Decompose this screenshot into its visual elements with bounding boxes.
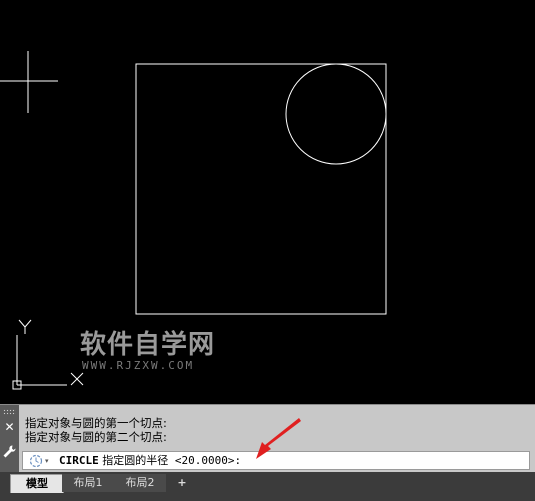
watermark: 软件自学网 WWW.RJZXW.COM bbox=[80, 330, 215, 372]
tab-layout1[interactable]: 布局1 bbox=[62, 474, 114, 492]
grip-handle-icon[interactable] bbox=[3, 409, 16, 415]
drawing-circle[interactable] bbox=[285, 63, 387, 165]
watermark-title: 软件自学网 bbox=[80, 330, 216, 360]
tab-layout2[interactable]: 布局2 bbox=[114, 474, 166, 492]
command-prompt-text: CIRCLE 指定圆的半径 <20.0000>: bbox=[59, 452, 241, 469]
drawing-rectangle[interactable] bbox=[135, 63, 387, 315]
command-panel-sidebar: ✕ bbox=[0, 405, 19, 473]
watermark-url: WWW.RJZXW.COM bbox=[82, 359, 195, 372]
ucs-icon bbox=[12, 319, 84, 390]
command-prompt: 指定圆的半径 <20.0000>: bbox=[102, 454, 242, 467]
drawing-viewport[interactable]: 软件自学网 WWW.RJZXW.COM bbox=[0, 0, 535, 404]
layout-tab-bar: 模型 布局1 布局2 + bbox=[0, 472, 535, 501]
command-panel: ✕ 指定对象与圆的第一个切点: 指定对象与圆的第二个切点: ▾ CIRCLE 指… bbox=[0, 404, 535, 473]
command-input[interactable]: ▾ CIRCLE 指定圆的半径 <20.0000>: bbox=[22, 451, 530, 470]
wrench-icon[interactable] bbox=[2, 444, 17, 459]
cad-window: 软件自学网 WWW.RJZXW.COM ✕ 指定对象与圆的第一个切点: 指定对象… bbox=[0, 0, 535, 501]
history-line: 指定对象与圆的第一个切点: bbox=[25, 416, 167, 430]
history-line: 指定对象与圆的第二个切点: bbox=[25, 430, 167, 444]
command-history: 指定对象与圆的第一个切点: 指定对象与圆的第二个切点: bbox=[25, 416, 525, 444]
tab-model[interactable]: 模型 bbox=[10, 474, 64, 493]
chevron-down-icon[interactable]: ▾ bbox=[45, 455, 49, 467]
crosshair-cursor bbox=[0, 51, 58, 113]
recent-commands-icon[interactable] bbox=[29, 454, 43, 468]
add-layout-button[interactable]: + bbox=[172, 474, 192, 492]
command-name: CIRCLE bbox=[59, 454, 99, 467]
close-icon[interactable]: ✕ bbox=[2, 420, 17, 435]
